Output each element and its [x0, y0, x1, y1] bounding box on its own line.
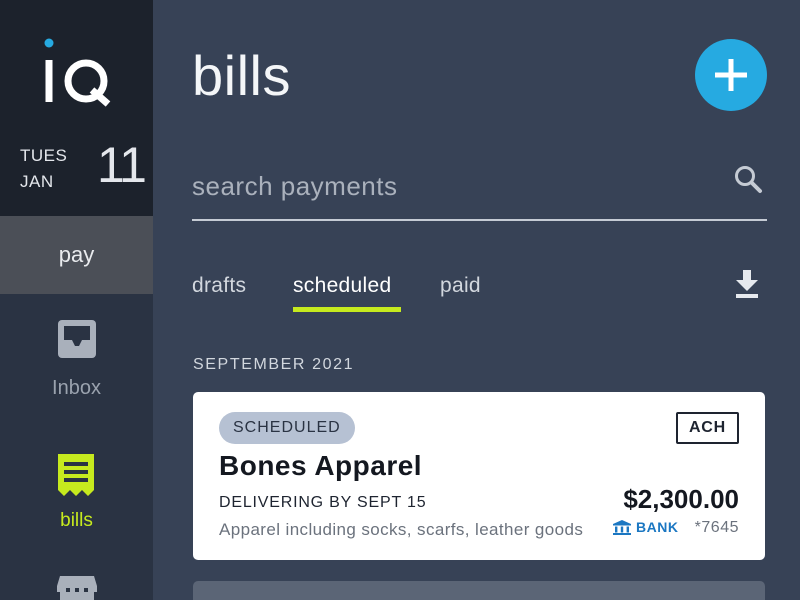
payment-description: Apparel including socks, scarfs, leather… — [219, 520, 584, 539]
month-section-header: SEPTEMBER 2021 — [193, 356, 355, 373]
status-badge: SCHEDULED — [219, 412, 355, 444]
sidebar-item-pay[interactable]: pay — [0, 216, 153, 294]
payment-card[interactable]: SCHEDULED ACH Bones Apparel DELIVERING B… — [193, 392, 765, 560]
tab-scheduled[interactable]: scheduled — [293, 274, 391, 298]
add-bill-button[interactable] — [695, 39, 767, 111]
date-weekday: TUES — [20, 146, 68, 165]
inbox-icon — [58, 320, 96, 358]
delivery-date: DELIVERING BY SEPT 15 — [219, 494, 427, 511]
download-icon[interactable] — [735, 270, 759, 300]
sidebar-item-inbox[interactable]: Inbox — [0, 310, 153, 410]
search-input[interactable] — [192, 166, 712, 206]
payment-method-badge: ACH — [676, 412, 739, 444]
sidebar-item-label: pay — [58, 242, 95, 267]
active-tab-indicator — [293, 307, 401, 312]
payment-tabs: drafts scheduled paid — [192, 270, 767, 320]
search-bar — [192, 160, 767, 221]
sidebar-item-bills[interactable]: bills — [0, 448, 153, 538]
bank-icon — [613, 519, 631, 535]
sidebar-item-label: bills — [60, 510, 93, 531]
plus-icon — [715, 59, 747, 91]
payment-amount: $2,300.00 — [623, 484, 739, 514]
sidebar-item-label: Inbox — [52, 377, 101, 399]
store-icon[interactable] — [56, 574, 98, 600]
date-day-number: 11 — [97, 137, 147, 193]
payment-card[interactable] — [193, 581, 765, 600]
tab-drafts[interactable]: drafts — [192, 274, 246, 298]
sidebar-header: TUES JAN 11 — [0, 0, 153, 216]
receipt-icon — [58, 454, 94, 496]
iq-logo[interactable] — [44, 38, 114, 108]
date-month: JAN — [20, 172, 54, 191]
account-type: BANK — [613, 519, 678, 535]
vendor-name: Bones Apparel — [219, 450, 423, 481]
search-icon[interactable] — [733, 164, 763, 194]
page-title: bills — [192, 44, 291, 107]
tab-paid[interactable]: paid — [440, 274, 481, 298]
sidebar: TUES JAN 11 pay Inbox bills — [0, 0, 153, 600]
account-number: *7645 — [694, 519, 739, 536]
account-type-label: BANK — [636, 519, 679, 535]
